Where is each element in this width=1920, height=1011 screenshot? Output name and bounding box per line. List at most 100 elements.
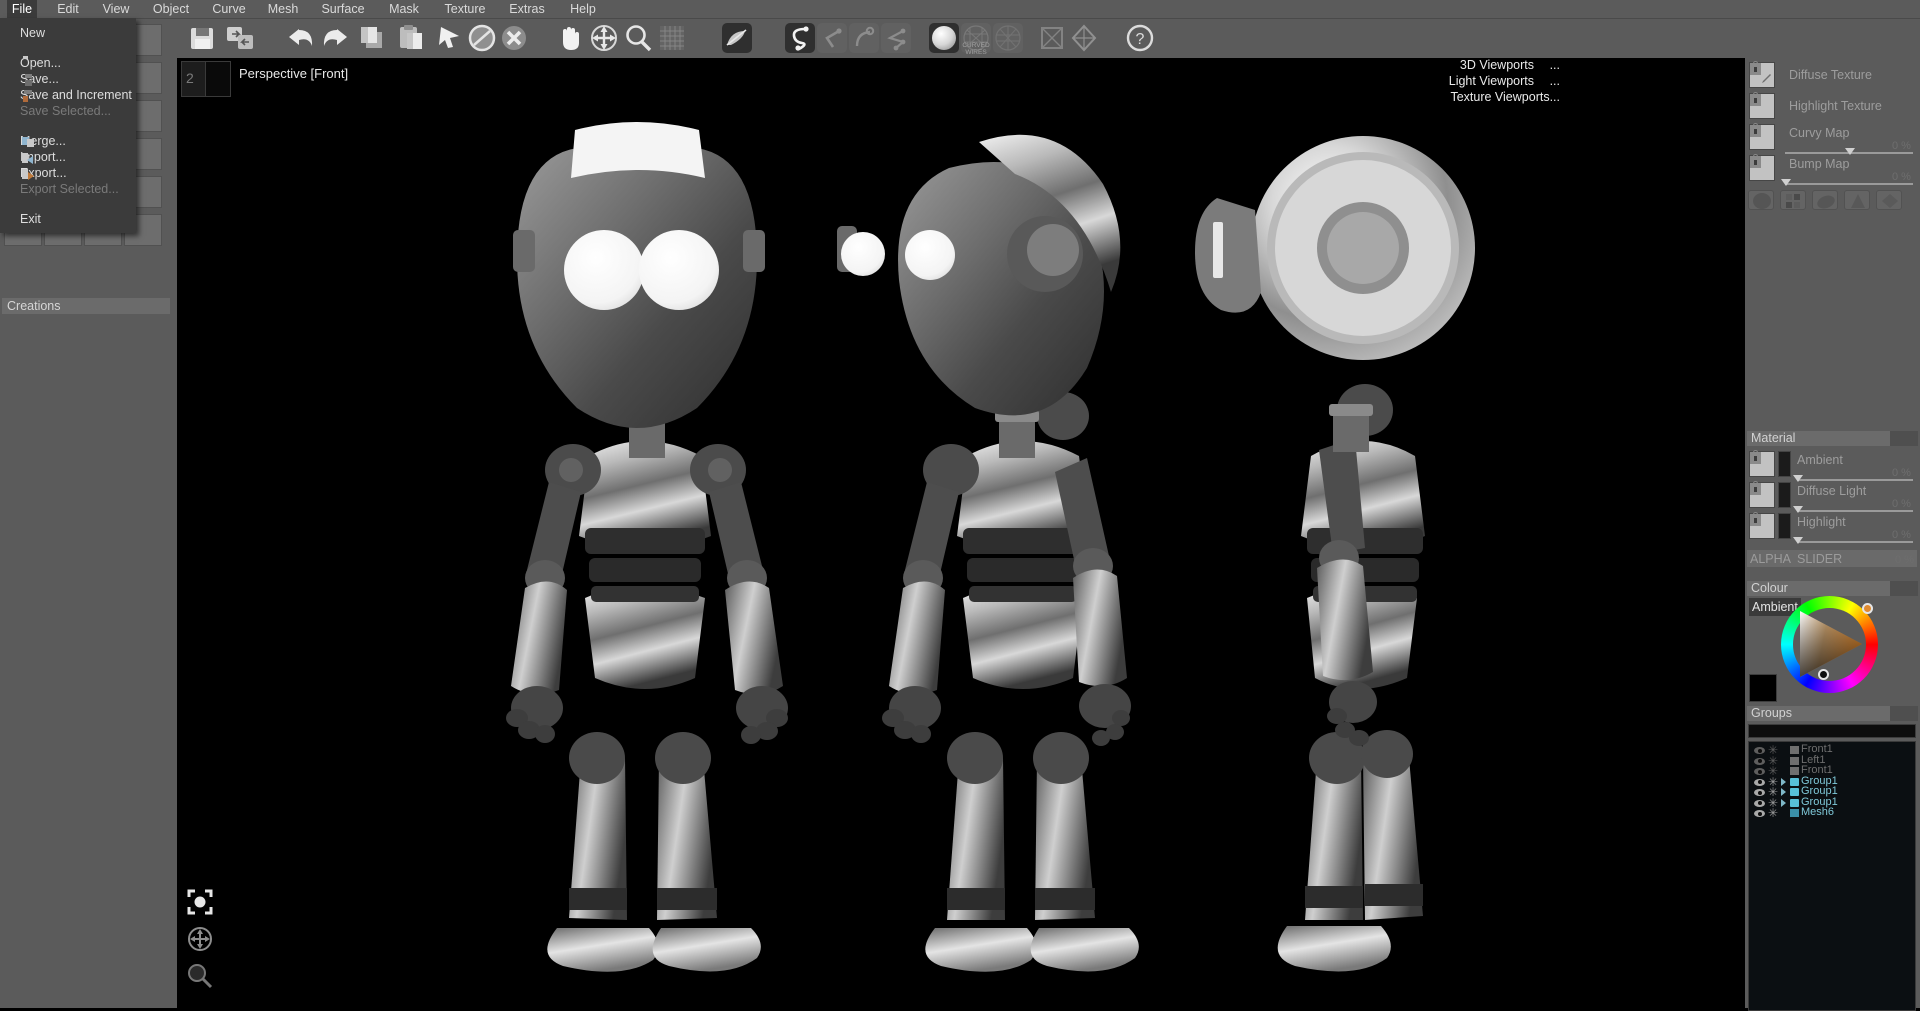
shade-selector[interactable] [1818, 669, 1829, 680]
menu-object[interactable]: Object [148, 0, 194, 18]
redo-icon[interactable] [321, 23, 351, 53]
groups-header-tab[interactable] [1890, 706, 1918, 721]
help-icon[interactable]: ? [1125, 23, 1155, 53]
flat-shade-icon[interactable] [1037, 23, 1067, 53]
visibility-icon[interactable] [1754, 768, 1765, 775]
menu-file[interactable]: File [7, 0, 37, 18]
highlight-swatch[interactable] [1749, 513, 1775, 539]
pan-hand-icon[interactable] [555, 23, 585, 53]
groups-search-field[interactable] [1748, 724, 1916, 738]
preview-sphere-icon[interactable] [1748, 190, 1774, 210]
menu-item-open[interactable]: Open... [0, 55, 136, 71]
focus-icon[interactable] [187, 889, 213, 920]
visibility-icon[interactable] [1754, 779, 1765, 786]
menu-item-export[interactable]: Export... [0, 165, 136, 181]
diffuse-texture-swatch[interactable] [1749, 62, 1775, 88]
preview-diamond-icon[interactable] [1876, 190, 1902, 210]
visibility-icon[interactable] [1754, 810, 1765, 817]
menu-item-save-and-increment[interactable]: Save and Increment [0, 87, 136, 103]
menu-item-import[interactable]: Import... [0, 149, 136, 165]
viewport-layout-tab[interactable]: 2 [181, 61, 233, 95]
visibility-icon[interactable] [1754, 789, 1765, 796]
highlight-texture-swatch[interactable] [1749, 93, 1775, 119]
copy-icon[interactable] [357, 23, 387, 53]
diffuse-light-colour-chip[interactable] [1778, 482, 1791, 508]
link-texture-viewports[interactable]: Texture Viewports... [1449, 89, 1560, 105]
current-colour-swatch[interactable] [1749, 674, 1777, 702]
ambient-colour-chip[interactable] [1778, 451, 1791, 477]
visibility-icon[interactable] [1754, 747, 1765, 754]
undo-icon[interactable] [285, 23, 315, 53]
lock-icon[interactable] [1750, 94, 1761, 106]
shaded-sphere-icon[interactable] [929, 23, 959, 53]
smooth-shade-icon[interactable] [1069, 23, 1099, 53]
deselect-icon[interactable] [467, 23, 497, 53]
ambient-slider[interactable] [1797, 479, 1913, 481]
curve-tool-1-icon[interactable] [785, 23, 815, 53]
material-header-tab[interactable] [1890, 431, 1918, 446]
preview-blob-icon[interactable] [1812, 190, 1838, 210]
menu-curve[interactable]: Curve [208, 0, 250, 18]
wireframe-icon[interactable] [993, 23, 1023, 53]
bump-map-swatch[interactable] [1749, 155, 1775, 181]
colour-header-tab[interactable] [1890, 581, 1918, 596]
move-icon[interactable] [589, 23, 619, 53]
menu-item-merge[interactable]: Merge... [0, 133, 136, 149]
link-3d-viewports[interactable]: 3D Viewports... [1449, 58, 1560, 73]
zoom-icon[interactable] [623, 23, 653, 53]
menu-mesh[interactable]: Mesh [264, 0, 302, 18]
preview-cone-icon[interactable] [1844, 190, 1870, 210]
creations-panel-body[interactable] [2, 315, 170, 1008]
menu-item-save[interactable]: Save... [0, 71, 136, 87]
curve-tool-2-icon[interactable] [817, 23, 847, 53]
ambient-slider-knob[interactable] [1793, 475, 1803, 482]
highlight-slider-knob[interactable] [1793, 537, 1803, 544]
highlight-colour-chip[interactable] [1778, 513, 1791, 539]
select-arrow-icon[interactable] [435, 23, 465, 53]
menu-surface[interactable]: Surface [317, 0, 369, 18]
pin-icon[interactable]: ✳ [1768, 808, 1778, 819]
menu-edit[interactable]: Edit [52, 0, 84, 18]
lock-icon[interactable] [1750, 125, 1761, 137]
expand-arrow-icon[interactable] [1781, 778, 1786, 786]
diffuse-light-slider-knob[interactable] [1793, 506, 1803, 513]
curve-tool-4-icon[interactable] [881, 23, 911, 53]
preview-checker-icon[interactable] [1780, 190, 1806, 210]
menu-mask[interactable]: Mask [385, 0, 423, 18]
bump-map-slider-knob[interactable] [1781, 179, 1791, 186]
lock-icon[interactable] [1750, 514, 1761, 526]
save-as-icon[interactable] [225, 23, 255, 53]
colour-triangle[interactable] [1790, 605, 1868, 683]
viewport-3d[interactable]: 2 Perspective [Front] 3D Viewports... Li… [177, 58, 1745, 1008]
menu-view[interactable]: View [98, 0, 134, 18]
delete-icon[interactable] [499, 23, 529, 53]
lock-icon[interactable] [1750, 452, 1761, 464]
grid-icon[interactable] [657, 23, 687, 53]
hue-selector[interactable] [1862, 603, 1873, 614]
shading-icon[interactable] [722, 23, 752, 53]
menu-extras[interactable]: Extras [505, 0, 549, 18]
lock-icon[interactable] [1750, 483, 1761, 495]
paste-icon[interactable] [397, 23, 427, 53]
orbit-icon[interactable] [187, 926, 213, 957]
highlight-slider[interactable] [1797, 541, 1913, 543]
visibility-icon[interactable] [1754, 758, 1765, 765]
menu-item-new[interactable]: New [0, 25, 136, 41]
diffuse-light-swatch[interactable] [1749, 482, 1775, 508]
menu-item-exit[interactable]: Exit [0, 211, 136, 227]
list-item[interactable]: ✳ Mesh6 [1749, 808, 1915, 819]
zoom-magnifier-icon[interactable] [187, 963, 213, 994]
visibility-icon[interactable] [1754, 800, 1765, 807]
diffuse-light-slider[interactable] [1797, 510, 1913, 512]
expand-arrow-icon[interactable] [1781, 799, 1786, 807]
save-icon[interactable] [187, 23, 217, 53]
expand-arrow-icon[interactable] [1781, 788, 1786, 796]
ambient-swatch[interactable] [1749, 451, 1775, 477]
curve-tool-3-icon[interactable] [849, 23, 879, 53]
link-light-viewports[interactable]: Light Viewports... [1449, 73, 1560, 89]
menu-help[interactable]: Help [565, 0, 601, 18]
curvy-map-slider-knob[interactable] [1845, 148, 1855, 155]
curvy-map-swatch[interactable] [1749, 124, 1775, 150]
bump-map-slider[interactable] [1785, 183, 1913, 185]
menu-texture[interactable]: Texture [440, 0, 490, 18]
